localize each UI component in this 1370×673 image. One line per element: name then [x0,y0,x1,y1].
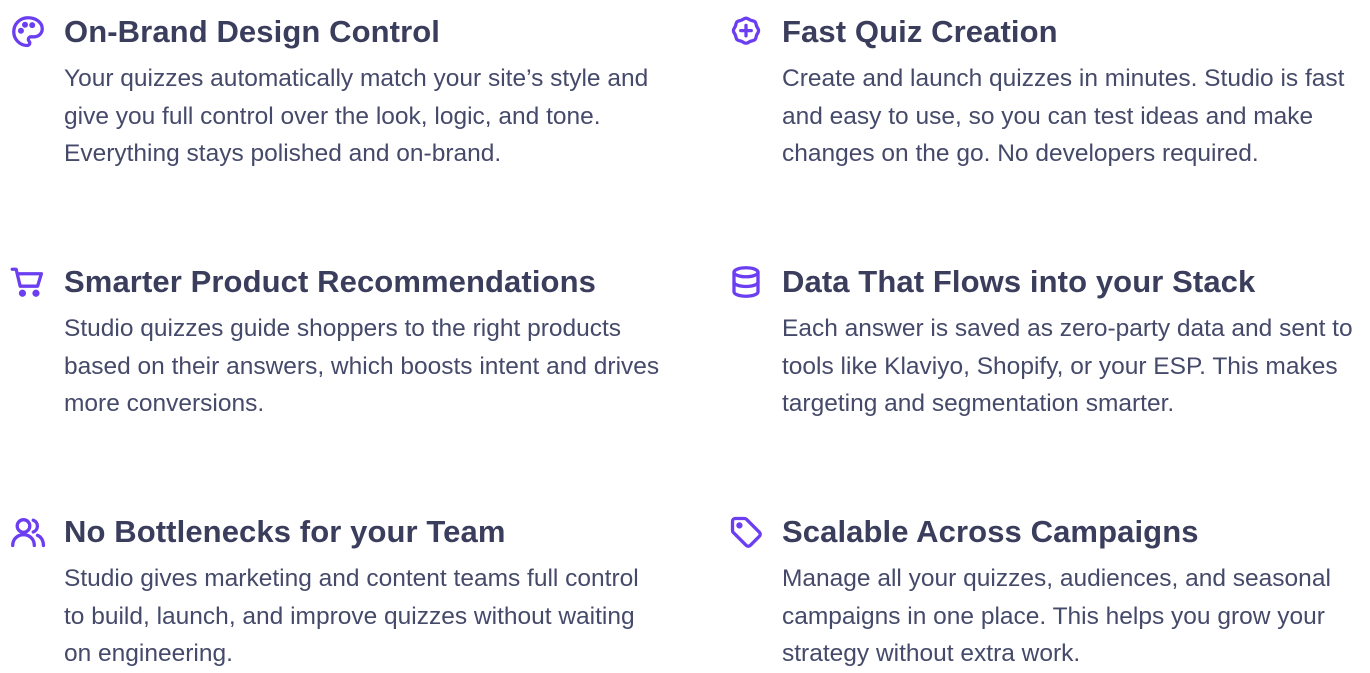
palette-icon [8,12,48,52]
feature-title: Smarter Product Recommendations [64,264,596,299]
feature-description: Your quizzes automatically match your si… [64,65,649,167]
plus-circle-icon [726,12,766,52]
feature-header: Data That Flows into your Stack [726,258,1326,306]
feature-product-recommendations: Smarter Product Recommendations Studio q… [8,258,659,423]
feature-title: Fast Quiz Creation [782,14,1058,49]
feature-description: Manage all your quizzes, audiences, and … [782,565,1331,667]
shopping-cart-icon [8,262,48,302]
feature-on-brand-design: On-Brand Design Control Your quizzes aut… [8,8,648,173]
feature-description: Studio gives marketing and content teams… [64,565,639,667]
database-icon [726,262,766,302]
feature-title: On-Brand Design Control [64,14,441,49]
feature-description: Each answer is saved as zero-party data … [782,315,1353,417]
feature-header: No Bottlenecks for your Team [8,508,608,556]
feature-no-bottlenecks: No Bottlenecks for your Team Studio give… [8,508,639,673]
feature-scalable-campaigns: Scalable Across Campaigns Manage all you… [726,508,1331,673]
feature-header: Fast Quiz Creation [726,8,1326,56]
feature-header: Smarter Product Recommendations [8,258,608,306]
feature-description: Create and launch quizzes in minutes. St… [782,65,1345,167]
feature-title: Scalable Across Campaigns [782,514,1199,549]
feature-description: Studio quizzes guide shoppers to the rig… [64,315,660,417]
feature-title: Data That Flows into your Stack [782,264,1256,299]
feature-data-flows: Data That Flows into your Stack Each ans… [726,258,1353,423]
feature-title: No Bottlenecks for your Team [64,514,506,549]
users-icon [8,512,48,552]
features-grid: On-Brand Design Control Your quizzes aut… [0,0,1370,668]
feature-fast-quiz-creation: Fast Quiz Creation Create and launch qui… [726,8,1344,173]
tag-icon [726,512,766,552]
feature-header: Scalable Across Campaigns [726,508,1326,556]
feature-header: On-Brand Design Control [8,8,608,56]
